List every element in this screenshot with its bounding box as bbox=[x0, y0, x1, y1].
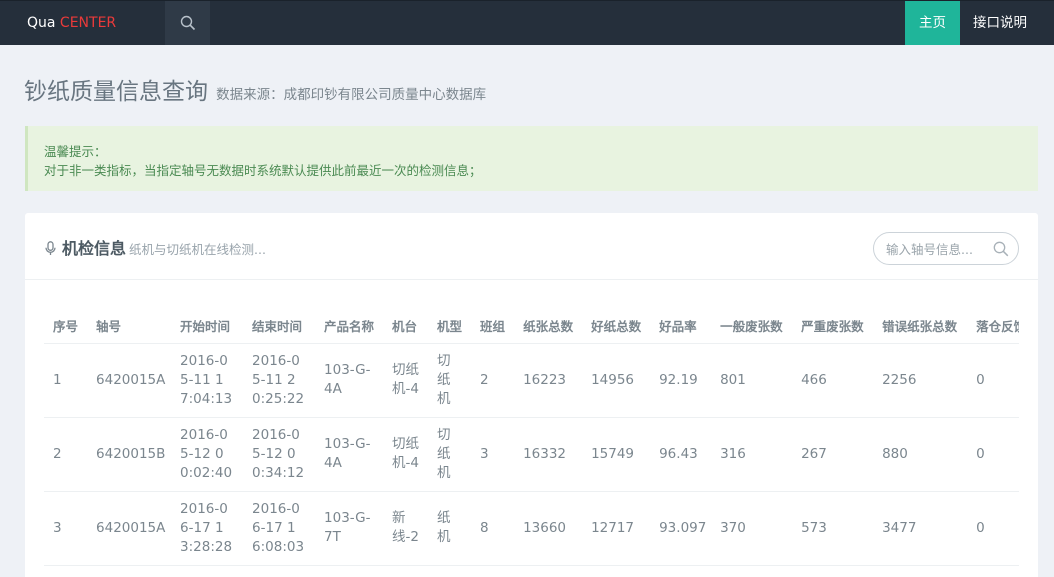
page-title: 钞纸质量信息查询 bbox=[24, 79, 208, 105]
brand-prefix: Qua bbox=[27, 15, 60, 31]
cell-machine: 切纸机-4 bbox=[383, 417, 429, 492]
cell-index: 1 bbox=[44, 343, 88, 418]
column-header-good-sheets: 好纸总数 bbox=[582, 309, 651, 344]
cell-shift: 2 bbox=[471, 343, 515, 418]
panel-title-text: 机检信息 bbox=[62, 239, 127, 258]
column-header-product-name: 产品名称 bbox=[315, 309, 384, 344]
column-header-start-time: 开始时间 bbox=[171, 309, 244, 344]
cell-shift: 3 bbox=[471, 417, 515, 492]
column-header-shift: 班组 bbox=[471, 309, 515, 344]
cell-machine: 新线-2 bbox=[383, 491, 429, 566]
search-icon bbox=[180, 15, 195, 31]
alert-title: 温馨提示： bbox=[44, 144, 107, 159]
column-header-machine-type: 机型 bbox=[428, 309, 472, 344]
cell-start-time: 2016-05-11 17:04:13 bbox=[171, 343, 244, 418]
cell-machine-type: 切纸机 bbox=[428, 343, 472, 418]
table-row[interactable]: 2 6420015B 2016-05-12 00:02:40 2016-05-12 0… bbox=[44, 417, 1019, 492]
cell-start-time: 2016-06-17 13:28:28 bbox=[171, 491, 244, 566]
cell-good-sheets: 12717 bbox=[582, 491, 651, 566]
cell-shift: 8 bbox=[471, 491, 515, 566]
cell-good-sheets: 14956 bbox=[582, 343, 651, 418]
cell-good-rate: 93.097 bbox=[650, 491, 712, 566]
column-header-warehouse-feedback: 落仓反馈 bbox=[967, 309, 1019, 344]
page-subtitle: 数据来源：成都印钞有限公司质量中心数据库 bbox=[216, 87, 487, 103]
cell-warehouse-feedback: 0 bbox=[967, 417, 1019, 492]
cell-end-time: 2016-06-17 16:08:03 bbox=[243, 491, 316, 566]
column-header-normal-waste: 一般废张数 bbox=[711, 309, 793, 344]
cell-severe-waste: 267 bbox=[792, 417, 874, 492]
cell-start-time: 2016-05-12 00:02:40 bbox=[171, 417, 244, 492]
inspection-table: 序号 轴号 开始时间 结束时间 产品名称 机台 机型 班组 纸张总数 好纸总数 好品率 一般废张数 严重… bbox=[44, 309, 1019, 566]
cell-product-name: 103-G-4A bbox=[315, 417, 384, 492]
cell-warehouse-feedback: 0 bbox=[967, 491, 1019, 566]
brand-accent: CENTER bbox=[59, 15, 117, 31]
top-navbar: Qua CENTER 主页 接口说明 bbox=[0, 0, 1054, 45]
column-header-axis-no: 轴号 bbox=[87, 309, 172, 344]
alert-text: 对于非一类指标，当指定轴号无数据时系统默认提供此前最近一次的检测信息； bbox=[44, 163, 482, 178]
panel-title: 机检信息 纸机与切纸机在线检测... bbox=[45, 235, 266, 259]
column-header-end-time: 结束时间 bbox=[243, 309, 316, 344]
column-header-good-rate: 好品率 bbox=[650, 309, 712, 344]
machine-inspection-panel: 机检信息纸机与切纸机在线检测... 序号轴号开始时间结束时间产品名称机台机型班组… bbox=[25, 213, 1038, 577]
brand-logo[interactable]: Qua CENTER bbox=[0, 1, 165, 45]
table-body: 1 6420015A 2016-05-11 17:04:13 2016-05-11 2… bbox=[44, 343, 1019, 566]
cell-severe-waste: 466 bbox=[792, 343, 874, 418]
cell-index: 3 bbox=[44, 491, 88, 566]
info-alert: 温馨提示： 对于非一类指标，当指定轴号无数据时系统默认提供此前最近一次的检测信息… bbox=[25, 126, 1038, 191]
cell-normal-waste: 801 bbox=[711, 343, 793, 418]
axis-search-box bbox=[873, 232, 1019, 265]
cell-total-sheets: 16332 bbox=[514, 417, 583, 492]
cell-machine-type: 纸机 bbox=[428, 491, 472, 566]
cell-error-sheets: 3477 bbox=[873, 491, 968, 566]
cell-product-name: 103-G-7T bbox=[315, 491, 384, 566]
axis-search-input[interactable] bbox=[886, 240, 991, 258]
cell-normal-waste: 370 bbox=[711, 491, 793, 566]
panel-header: 机检信息 纸机与切纸机在线检测... bbox=[25, 213, 1038, 280]
panel-subtitle: 纸机与切纸机在线检测... bbox=[129, 242, 266, 257]
cell-axis-no: 6420015A bbox=[87, 343, 172, 418]
cell-product-name: 103-G-4A bbox=[315, 343, 384, 418]
column-header-error-sheets: 错误纸张总数 bbox=[873, 309, 968, 344]
page-header: 钞纸质量信息查询 数据来源：成都印钞有限公司质量中心数据库 bbox=[24, 72, 486, 106]
microphone-icon bbox=[45, 241, 56, 255]
cell-normal-waste: 316 bbox=[711, 417, 793, 492]
cell-severe-waste: 573 bbox=[792, 491, 874, 566]
nav-menu: 主页 接口说明 bbox=[905, 1, 1054, 45]
cell-machine-type: 切纸机 bbox=[428, 417, 472, 492]
cell-error-sheets: 880 bbox=[873, 417, 968, 492]
cell-axis-no: 6420015A bbox=[87, 491, 172, 566]
column-header-total-sheets: 纸张总数 bbox=[514, 309, 583, 344]
cell-index: 2 bbox=[44, 417, 88, 492]
cell-total-sheets: 16223 bbox=[514, 343, 583, 418]
cell-good-sheets: 15749 bbox=[582, 417, 651, 492]
table-header-row: 序号 轴号 开始时间 结束时间 产品名称 机台 机型 班组 纸张总数 好纸总数 好品率 一般废张数 严重… bbox=[44, 309, 1019, 344]
cell-axis-no: 6420015B bbox=[87, 417, 172, 492]
column-header-index: 序号 bbox=[44, 309, 88, 344]
cell-machine: 切纸机-4 bbox=[383, 343, 429, 418]
column-header-severe-waste: 严重废张数 bbox=[792, 309, 874, 344]
cell-total-sheets: 13660 bbox=[514, 491, 583, 566]
cell-good-rate: 92.19 bbox=[650, 343, 712, 418]
cell-warehouse-feedback: 0 bbox=[967, 343, 1019, 418]
table-row[interactable]: 1 6420015A 2016-05-11 17:04:13 2016-05-11 2… bbox=[44, 343, 1019, 418]
cell-good-rate: 96.43 bbox=[650, 417, 712, 492]
column-header-machine: 机台 bbox=[383, 309, 429, 344]
search-icon[interactable] bbox=[993, 241, 1009, 257]
inspection-table-container[interactable]: 序号 轴号 开始时间 结束时间 产品名称 机台 机型 班组 纸张总数 好纸总数 好品率 一般废张数 严重… bbox=[44, 309, 1019, 577]
nav-item-api-docs[interactable]: 接口说明 bbox=[960, 1, 1054, 45]
nav-item-home[interactable]: 主页 bbox=[905, 1, 960, 45]
table-row[interactable]: 3 6420015A 2016-06-17 13:28:28 2016-06-17 1… bbox=[44, 491, 1019, 566]
search-toggle-button[interactable] bbox=[165, 1, 210, 45]
cell-end-time: 2016-05-11 20:25:22 bbox=[243, 343, 316, 418]
cell-error-sheets: 2256 bbox=[873, 343, 968, 418]
cell-end-time: 2016-05-12 00:34:12 bbox=[243, 417, 316, 492]
